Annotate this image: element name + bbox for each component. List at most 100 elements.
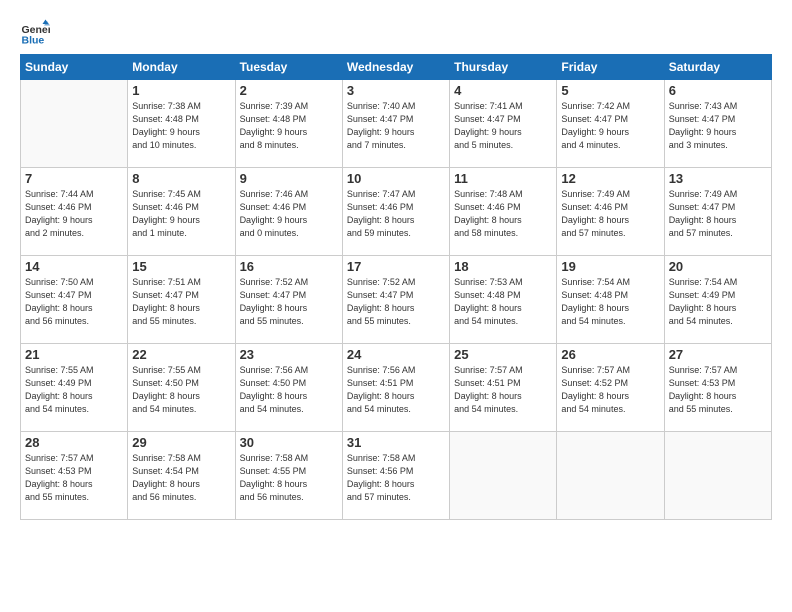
day-number: 8	[132, 171, 230, 186]
cell-info: Sunrise: 7:58 AM Sunset: 4:54 PM Dayligh…	[132, 452, 230, 504]
cell-info: Sunrise: 7:55 AM Sunset: 4:49 PM Dayligh…	[25, 364, 123, 416]
calendar-cell: 30 Sunrise: 7:58 AM Sunset: 4:55 PM Dayli…	[235, 432, 342, 520]
cell-info: Sunrise: 7:50 AM Sunset: 4:47 PM Dayligh…	[25, 276, 123, 328]
calendar-cell: 14 Sunrise: 7:50 AM Sunset: 4:47 PM Dayli…	[21, 256, 128, 344]
cell-info: Sunrise: 7:47 AM Sunset: 4:46 PM Dayligh…	[347, 188, 445, 240]
day-number: 18	[454, 259, 552, 274]
header-day-wednesday: Wednesday	[342, 55, 449, 80]
logo: General Blue	[20, 18, 54, 48]
calendar-cell: 26 Sunrise: 7:57 AM Sunset: 4:52 PM Dayli…	[557, 344, 664, 432]
cell-info: Sunrise: 7:57 AM Sunset: 4:51 PM Dayligh…	[454, 364, 552, 416]
header: General Blue	[20, 18, 772, 48]
cell-info: Sunrise: 7:58 AM Sunset: 4:55 PM Dayligh…	[240, 452, 338, 504]
day-number: 19	[561, 259, 659, 274]
cell-info: Sunrise: 7:46 AM Sunset: 4:46 PM Dayligh…	[240, 188, 338, 240]
calendar-cell: 3Sunrise: 7:40 AM Sunset: 4:47 PM Daylig…	[342, 80, 449, 168]
day-number: 22	[132, 347, 230, 362]
header-day-monday: Monday	[128, 55, 235, 80]
header-day-tuesday: Tuesday	[235, 55, 342, 80]
day-number: 24	[347, 347, 445, 362]
day-number: 17	[347, 259, 445, 274]
calendar-cell: 28 Sunrise: 7:57 AM Sunset: 4:53 PM Dayli…	[21, 432, 128, 520]
calendar-cell: 7 Sunrise: 7:44 AM Sunset: 4:46 PM Daylig…	[21, 168, 128, 256]
day-number: 5	[561, 83, 659, 98]
header-day-sunday: Sunday	[21, 55, 128, 80]
day-number: 10	[347, 171, 445, 186]
calendar-cell: 10 Sunrise: 7:47 AM Sunset: 4:46 PM Dayli…	[342, 168, 449, 256]
calendar-cell: 18 Sunrise: 7:53 AM Sunset: 4:48 PM Dayli…	[450, 256, 557, 344]
cell-info: Sunrise: 7:41 AM Sunset: 4:47 PM Dayligh…	[454, 100, 552, 152]
day-number: 21	[25, 347, 123, 362]
header-day-thursday: Thursday	[450, 55, 557, 80]
calendar-cell	[664, 432, 771, 520]
cell-info: Sunrise: 7:49 AM Sunset: 4:46 PM Dayligh…	[561, 188, 659, 240]
calendar-cell	[21, 80, 128, 168]
day-number: 30	[240, 435, 338, 450]
cell-info: Sunrise: 7:44 AM Sunset: 4:46 PM Dayligh…	[25, 188, 123, 240]
day-number: 26	[561, 347, 659, 362]
day-number: 2	[240, 83, 338, 98]
calendar-cell: 20 Sunrise: 7:54 AM Sunset: 4:49 PM Dayli…	[664, 256, 771, 344]
day-number: 9	[240, 171, 338, 186]
day-number: 20	[669, 259, 767, 274]
header-day-saturday: Saturday	[664, 55, 771, 80]
cell-info: Sunrise: 7:52 AM Sunset: 4:47 PM Dayligh…	[240, 276, 338, 328]
cell-info: Sunrise: 7:51 AM Sunset: 4:47 PM Dayligh…	[132, 276, 230, 328]
header-day-friday: Friday	[557, 55, 664, 80]
cell-info: Sunrise: 7:53 AM Sunset: 4:48 PM Dayligh…	[454, 276, 552, 328]
day-number: 3	[347, 83, 445, 98]
day-number: 15	[132, 259, 230, 274]
cell-info: Sunrise: 7:57 AM Sunset: 4:53 PM Dayligh…	[25, 452, 123, 504]
calendar-cell: 5Sunrise: 7:42 AM Sunset: 4:47 PM Daylig…	[557, 80, 664, 168]
cell-info: Sunrise: 7:56 AM Sunset: 4:51 PM Dayligh…	[347, 364, 445, 416]
day-number: 23	[240, 347, 338, 362]
calendar-week-row: 14 Sunrise: 7:50 AM Sunset: 4:47 PM Dayli…	[21, 256, 772, 344]
calendar-cell: 17 Sunrise: 7:52 AM Sunset: 4:47 PM Dayli…	[342, 256, 449, 344]
cell-info: Sunrise: 7:38 AM Sunset: 4:48 PM Dayligh…	[132, 100, 230, 152]
calendar-cell	[450, 432, 557, 520]
calendar-cell: 13 Sunrise: 7:49 AM Sunset: 4:47 PM Dayli…	[664, 168, 771, 256]
cell-info: Sunrise: 7:48 AM Sunset: 4:46 PM Dayligh…	[454, 188, 552, 240]
day-number: 29	[132, 435, 230, 450]
calendar-cell: 4 Sunrise: 7:41 AM Sunset: 4:47 PM Daylig…	[450, 80, 557, 168]
calendar-cell: 15 Sunrise: 7:51 AM Sunset: 4:47 PM Dayli…	[128, 256, 235, 344]
day-number: 12	[561, 171, 659, 186]
cell-info: Sunrise: 7:54 AM Sunset: 4:49 PM Dayligh…	[669, 276, 767, 328]
logo-icon: General Blue	[20, 18, 50, 48]
day-number: 14	[25, 259, 123, 274]
day-number: 4	[454, 83, 552, 98]
day-number: 16	[240, 259, 338, 274]
calendar-cell: 31Sunrise: 7:58 AM Sunset: 4:56 PM Dayli…	[342, 432, 449, 520]
svg-text:Blue: Blue	[22, 35, 45, 47]
calendar-cell: 22 Sunrise: 7:55 AM Sunset: 4:50 PM Dayli…	[128, 344, 235, 432]
cell-info: Sunrise: 7:45 AM Sunset: 4:46 PM Dayligh…	[132, 188, 230, 240]
day-number: 28	[25, 435, 123, 450]
day-number: 13	[669, 171, 767, 186]
calendar-cell: 25 Sunrise: 7:57 AM Sunset: 4:51 PM Dayli…	[450, 344, 557, 432]
calendar-cell: 1 Sunrise: 7:38 AM Sunset: 4:48 PM Daylig…	[128, 80, 235, 168]
day-number: 25	[454, 347, 552, 362]
cell-info: Sunrise: 7:43 AM Sunset: 4:47 PM Dayligh…	[669, 100, 767, 152]
cell-info: Sunrise: 7:49 AM Sunset: 4:47 PM Dayligh…	[669, 188, 767, 240]
day-number: 6	[669, 83, 767, 98]
cell-info: Sunrise: 7:57 AM Sunset: 4:52 PM Dayligh…	[561, 364, 659, 416]
day-number: 1	[132, 83, 230, 98]
cell-info: Sunrise: 7:57 AM Sunset: 4:53 PM Dayligh…	[669, 364, 767, 416]
calendar-cell: 24 Sunrise: 7:56 AM Sunset: 4:51 PM Dayli…	[342, 344, 449, 432]
day-number: 7	[25, 171, 123, 186]
calendar-week-row: 21 Sunrise: 7:55 AM Sunset: 4:49 PM Dayli…	[21, 344, 772, 432]
cell-info: Sunrise: 7:54 AM Sunset: 4:48 PM Dayligh…	[561, 276, 659, 328]
calendar-week-row: 28 Sunrise: 7:57 AM Sunset: 4:53 PM Dayli…	[21, 432, 772, 520]
calendar-cell: 23Sunrise: 7:56 AM Sunset: 4:50 PM Dayli…	[235, 344, 342, 432]
calendar-cell: 19 Sunrise: 7:54 AM Sunset: 4:48 PM Dayli…	[557, 256, 664, 344]
page: General Blue SundayMondayTuesdayWednesda…	[0, 0, 792, 612]
calendar-cell: 8 Sunrise: 7:45 AM Sunset: 4:46 PM Daylig…	[128, 168, 235, 256]
calendar-cell: 6 Sunrise: 7:43 AM Sunset: 4:47 PM Daylig…	[664, 80, 771, 168]
cell-info: Sunrise: 7:52 AM Sunset: 4:47 PM Dayligh…	[347, 276, 445, 328]
cell-info: Sunrise: 7:55 AM Sunset: 4:50 PM Dayligh…	[132, 364, 230, 416]
cell-info: Sunrise: 7:58 AM Sunset: 4:56 PM Dayligh…	[347, 452, 445, 504]
calendar-cell: 9 Sunrise: 7:46 AM Sunset: 4:46 PM Daylig…	[235, 168, 342, 256]
calendar-cell	[557, 432, 664, 520]
calendar-cell: 29 Sunrise: 7:58 AM Sunset: 4:54 PM Dayli…	[128, 432, 235, 520]
calendar-week-row: 7 Sunrise: 7:44 AM Sunset: 4:46 PM Daylig…	[21, 168, 772, 256]
